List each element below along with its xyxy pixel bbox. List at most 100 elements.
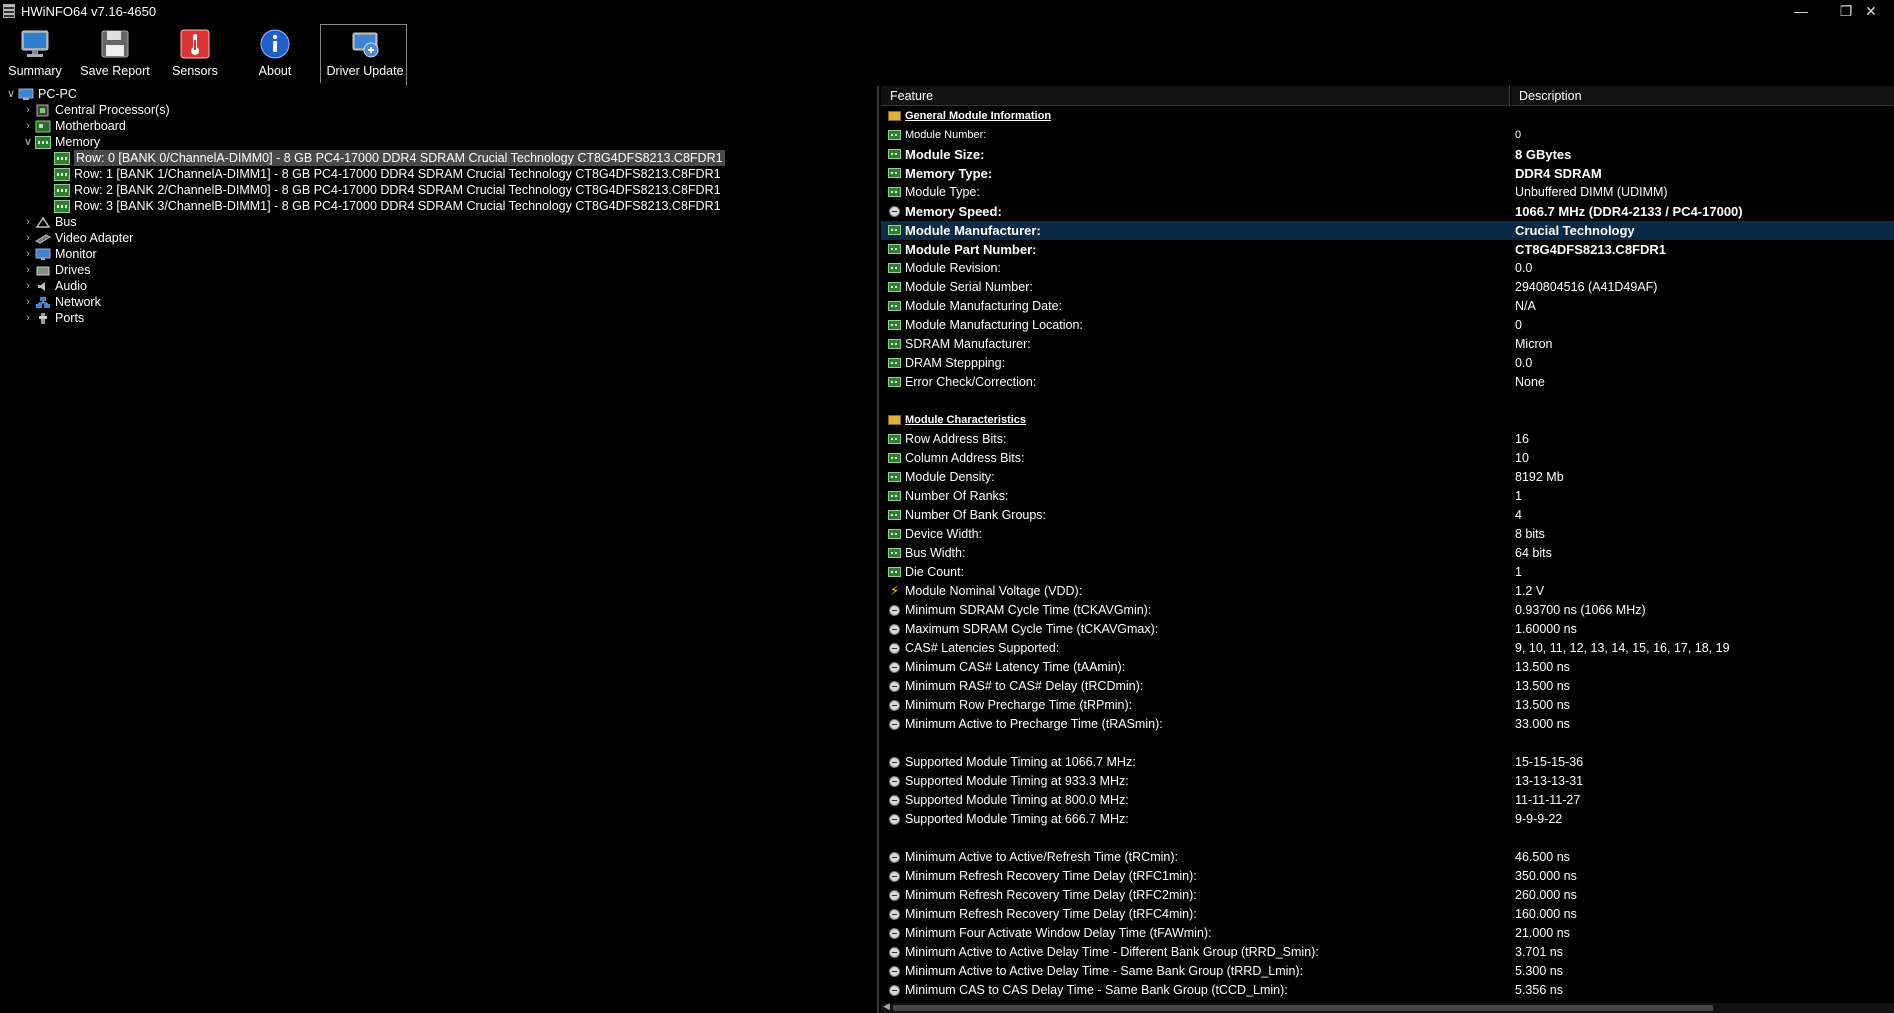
memory-module-icon [888, 149, 901, 159]
speaker-icon [35, 280, 51, 293]
tree-item-memory-row-3[interactable]: Row: 3 [BANK 3/ChannelB-DIMM1] - 8 GB PC… [54, 198, 721, 214]
collapse-chevron-icon[interactable]: ∨ [21, 134, 35, 150]
pane-splitter[interactable] [877, 86, 879, 1013]
save-report-label: Save Report [80, 64, 150, 78]
tree-item-video-adapter[interactable]: › Video Adapter [21, 230, 133, 246]
tree-item-drives[interactable]: › Drives [21, 262, 90, 278]
minimize-icon[interactable]: — [1778, 0, 1824, 22]
monitor-icon [35, 248, 51, 261]
property-row[interactable]: Number Of Bank Groups: 4 [881, 506, 1894, 525]
property-row[interactable]: Row Address Bits: 16 [881, 430, 1894, 449]
scroll-left-arrow-icon[interactable]: ◀ [883, 1001, 890, 1012]
property-row[interactable]: Module Revision: 0.0 [881, 259, 1894, 278]
property-row[interactable]: Die Count: 1 [881, 563, 1894, 582]
description-value: 2940804516 (A41D49AF) [1515, 280, 1658, 294]
property-row[interactable]: Module Serial Number: 2940804516 (A41D49A… [881, 278, 1894, 297]
property-row[interactable]: Minimum Refresh Recovery Time Delay (tRF… [881, 867, 1894, 886]
property-row[interactable]: Minimum SDRAM Cycle Time (tCKAVGmin): 0.9… [881, 601, 1894, 620]
property-row[interactable]: Module Density: 8192 Mb [881, 468, 1894, 487]
summary-button[interactable]: Summary [0, 28, 74, 86]
property-row[interactable]: Module Manufacturing Location: 0 [881, 316, 1894, 335]
feature-label: Module Number: [905, 129, 987, 141]
expand-chevron-icon[interactable]: › [21, 310, 35, 326]
tree-item-memory-row-2[interactable]: Row: 2 [BANK 2/ChannelB-DIMM0] - 8 GB PC… [54, 182, 721, 198]
property-row[interactable]: Memory Type: DDR4 SDRAM [881, 164, 1894, 183]
property-row[interactable]: Error Check/Correction: None [881, 373, 1894, 392]
property-row[interactable]: Module Number: 0 [881, 126, 1894, 145]
property-row[interactable]: DRAM Steppping: 0.0 [881, 354, 1894, 373]
horizontal-scrollbar[interactable]: ◀ [881, 1001, 1894, 1013]
property-row[interactable]: Number Of Ranks: 1 [881, 487, 1894, 506]
property-row[interactable]: Minimum RAS# to CAS# Delay (tRCDmin): 13.… [881, 677, 1894, 696]
property-row[interactable]: Bus Width: 64 bits [881, 544, 1894, 563]
property-row[interactable]: Minimum CAS to CAS Delay Time - Same Ban… [881, 981, 1894, 1000]
tree-item-memory-row-0[interactable]: Row: 0 [BANK 0/ChannelA-DIMM0] - 8 GB PC… [54, 150, 725, 166]
property-row[interactable]: Minimum Active to Active Delay Time - Di… [881, 943, 1894, 962]
property-row[interactable]: Supported Module Timing at 800.0 MHz: 11-… [881, 791, 1894, 810]
property-row[interactable]: Minimum Refresh Recovery Time Delay (tRF… [881, 886, 1894, 905]
expand-chevron-icon[interactable]: › [21, 262, 35, 278]
feature-label: Minimum Refresh Recovery Time Delay (tRF… [905, 888, 1197, 902]
expand-chevron-icon[interactable]: › [21, 294, 35, 310]
description-value: CT8G4DFS8213.C8FDR1 [1515, 242, 1666, 257]
expand-chevron-icon[interactable]: › [21, 102, 35, 118]
tree-item-motherboard[interactable]: › Motherboard [21, 118, 126, 134]
scrollbar-thumb[interactable] [893, 1005, 1713, 1011]
about-button[interactable]: About [236, 28, 314, 86]
sensors-button[interactable]: Sensors [156, 28, 234, 86]
feature-label: Module Serial Number: [905, 280, 1033, 294]
tree-item-bus[interactable]: › Bus [21, 214, 76, 230]
expand-chevron-icon[interactable]: › [21, 118, 35, 134]
property-row[interactable]: Minimum Active to Active Delay Time - Sa… [881, 962, 1894, 981]
cpu-icon [35, 104, 51, 117]
section-header-row[interactable]: General Module Information [881, 107, 1894, 126]
save-report-button[interactable]: Save Report [76, 28, 154, 86]
property-row[interactable]: Minimum Active to Active/Refresh Time (t… [881, 848, 1894, 867]
expand-chevron-icon[interactable]: › [21, 214, 35, 230]
property-row[interactable]: Supported Module Timing at 1066.7 MHz: 15… [881, 753, 1894, 772]
tree-item-label: Memory [55, 135, 101, 149]
property-row[interactable]: Memory Speed: 1066.7 MHz (DDR4-2133 / PC4… [881, 202, 1894, 221]
memory-module-icon [888, 263, 901, 273]
property-row[interactable]: Supported Module Timing at 933.3 MHz: 13-… [881, 772, 1894, 791]
memory-module-icon [888, 282, 901, 292]
column-header-description[interactable]: Description [1511, 86, 1894, 106]
property-row[interactable]: Module Part Number: CT8G4DFS8213.C8FDR1 [881, 240, 1894, 259]
tree-item-audio[interactable]: › Audio [21, 278, 87, 294]
section-header-row[interactable]: Module Characteristics [881, 411, 1894, 430]
tree-item-network[interactable]: › Network [21, 294, 101, 310]
property-row[interactable]: Minimum Row Precharge Time (tRPmin): 13.5… [881, 696, 1894, 715]
description-value: None [1515, 375, 1545, 389]
property-row[interactable]: Column Address Bits: 10 [881, 449, 1894, 468]
tree-item-memory[interactable]: ∨ Memory [21, 134, 100, 150]
close-icon[interactable]: ✕ [1848, 0, 1894, 22]
expand-chevron-icon[interactable]: › [21, 246, 35, 262]
tree-item-cpu[interactable]: › Central Processor(s) [21, 102, 169, 118]
property-row[interactable]: SDRAM Manufacturer: Micron [881, 335, 1894, 354]
property-row[interactable]: Module Size: 8 GBytes [881, 145, 1894, 164]
tree-item-monitor[interactable]: › Monitor [21, 246, 97, 262]
tree-item-memory-row-1[interactable]: Row: 1 [BANK 1/ChannelA-DIMM1] - 8 GB PC… [54, 166, 721, 182]
tree-item-pc[interactable]: ∨ PC-PC [4, 86, 77, 102]
property-row[interactable]: Minimum Active to Precharge Time (tRASmi… [881, 715, 1894, 734]
property-row[interactable]: Supported Module Timing at 666.7 MHz: 9-9… [881, 810, 1894, 829]
property-row[interactable]: Minimum CAS# Latency Time (tAAmin): 13.50… [881, 658, 1894, 677]
property-row[interactable]: Module Manufacturing Date: N/A [881, 297, 1894, 316]
feature-label: Minimum Refresh Recovery Time Delay (tRF… [905, 869, 1197, 883]
tree-item-ports[interactable]: › Ports [21, 310, 84, 326]
property-row[interactable]: CAS# Latencies Supported: 9, 10, 11, 12, … [881, 639, 1894, 658]
collapse-chevron-icon[interactable]: ∨ [4, 86, 18, 102]
property-row[interactable]: Device Width: 8 bits [881, 525, 1894, 544]
property-row[interactable]: Minimum Four Activate Window Delay Time … [881, 924, 1894, 943]
property-row[interactable]: Module Type: Unbuffered DIMM (UDIMM) [881, 183, 1894, 202]
driver-update-button[interactable]: Driver Update [325, 28, 405, 86]
property-row[interactable]: ⚡ Module Nominal Voltage (VDD): 1.2 V [881, 582, 1894, 601]
tree-item-label: Row: 1 [BANK 1/ChannelA-DIMM1] - 8 GB PC… [74, 167, 721, 181]
property-row[interactable]: Minimum Refresh Recovery Time Delay (tRF… [881, 905, 1894, 924]
column-header-feature[interactable]: Feature [881, 86, 1510, 106]
description-value: 0.93700 ns (1066 MHz) [1515, 603, 1646, 617]
expand-chevron-icon[interactable]: › [21, 230, 35, 246]
property-row[interactable]: Maximum SDRAM Cycle Time (tCKAVGmax): 1.6… [881, 620, 1894, 639]
property-row[interactable]: Module Manufacturer: Crucial Technology [881, 221, 1894, 240]
expand-chevron-icon[interactable]: › [21, 278, 35, 294]
